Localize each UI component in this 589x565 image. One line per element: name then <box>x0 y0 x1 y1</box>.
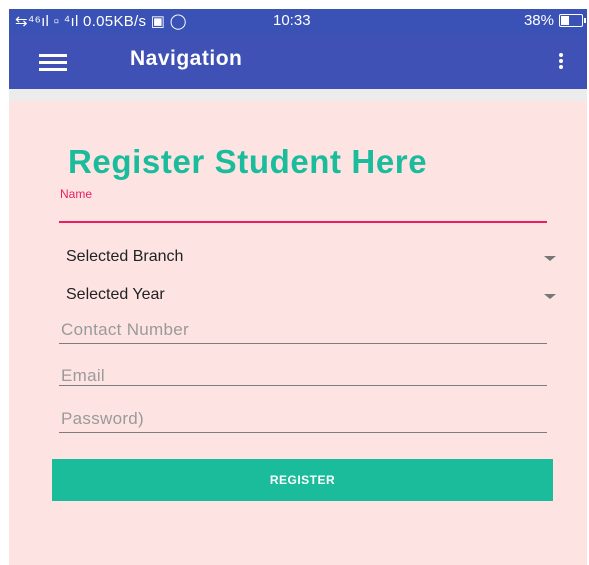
name-field-label: Name <box>60 187 93 201</box>
status-time: 10:33 <box>273 12 311 29</box>
menu-icon[interactable] <box>39 54 67 71</box>
branch-selected-value: Selected Branch <box>66 248 184 265</box>
branch-spinner[interactable]: Selected Branch <box>66 248 556 272</box>
app-screen: ⇆⁴⁶ıl ▫ ⁴ıl 0.05KB/s ▣ ◯ 10:33 38% Navig… <box>9 9 587 565</box>
email-input[interactable]: Email <box>59 366 547 390</box>
name-input[interactable] <box>59 221 547 223</box>
contact-number-placeholder: Contact Number <box>61 320 189 339</box>
register-button[interactable]: REGISTER <box>52 459 553 501</box>
dropdown-arrow-icon <box>544 294 556 299</box>
year-spinner[interactable]: Selected Year <box>66 286 556 310</box>
more-vert-icon[interactable] <box>559 53 563 71</box>
input-underline <box>59 343 547 344</box>
input-underline <box>59 432 547 433</box>
status-right: 38% <box>523 12 586 29</box>
password-input[interactable]: Password) <box>59 409 547 433</box>
dropdown-arrow-icon <box>544 256 556 261</box>
input-underline <box>59 385 547 386</box>
status-indicators: ⇆⁴⁶ıl ▫ ⁴ıl 0.05KB/s ▣ ◯ <box>15 13 187 30</box>
battery-icon <box>559 14 586 27</box>
password-placeholder: Password) <box>61 409 145 428</box>
app-bar-title: Navigation <box>130 47 243 70</box>
page-title: Register Student Here <box>68 143 428 180</box>
status-bar: ⇆⁴⁶ıl ▫ ⁴ıl 0.05KB/s ▣ ◯ 10:33 38% <box>9 9 587 34</box>
year-selected-value: Selected Year <box>66 286 165 303</box>
app-bar: Navigation <box>9 34 587 89</box>
contact-number-input[interactable]: Contact Number <box>59 320 547 344</box>
email-placeholder: Email <box>61 366 106 385</box>
battery-percent: 38% <box>523 12 554 29</box>
toolbar-divider <box>9 89 587 101</box>
